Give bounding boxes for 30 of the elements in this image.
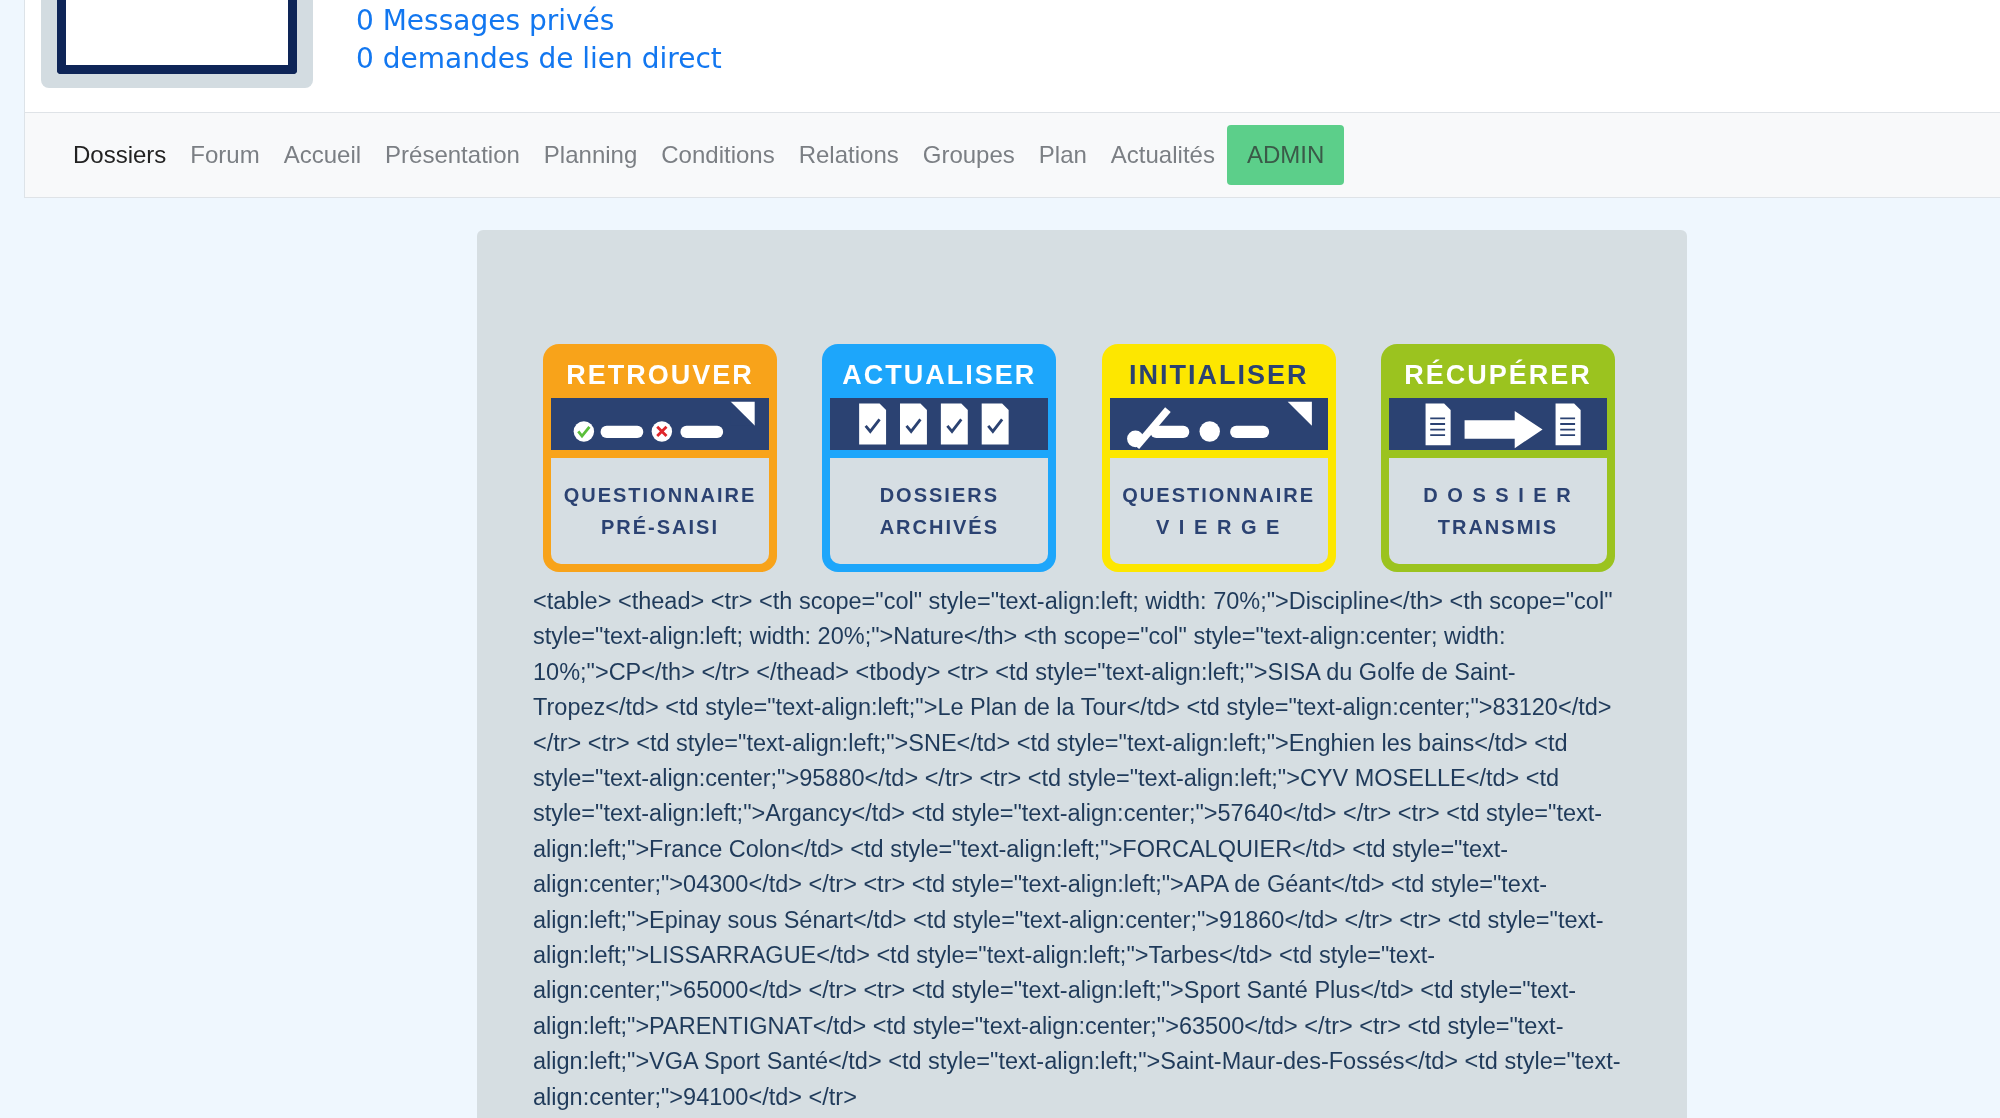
- card-caption: PRÉ-SAISI: [601, 515, 719, 540]
- nav-link[interactable]: Planning: [531, 141, 650, 169]
- nav-link[interactable]: Conditions: [649, 141, 787, 169]
- header-link[interactable]: 0 Messages privés: [356, 2, 722, 40]
- card-caption: D O S S I E R: [1423, 483, 1573, 508]
- body-text: <table> <thead> <tr> <th scope="col" style="text-align:left; width: 70%;">Discipline</th> <th scope="col" style="text-align:left; width: 20%;">Nature</th> <th scope="col" style="text-align:center; width: 10%;">CP</th> </tr> </thead> <tbody> <tr> <td style="text-align:left;">SISA du Golfe de Saint-Tropez</td> <td style="text-align:left;">Le Plan de la Tour</td> <td style="text-align:center;">83120</td> </tr> <tr> <td style="text-align:left;">SNE</td> <td style="text-align:left;">Enghien les bains</td> <td style="text-align:center;">95880</td> </tr> <tr> <td style="text-align:left;">CYV MOSELLE</td> <td style="text-align:left;">Argancy</td> <td style="text-align:center;">57640</td> </tr> <tr> <td style="text-align:left;">France Colon</td> <td style="text-align:left;">FORCALQUIER</td> <td style="text-align:center;">04300</td> </tr> <tr> <td style="text-align:left;">APA de Géant</td> <td style="text-align:left;">Epinay sous Sénart</td> <td style="text-align:center;">91860</td> </tr> <tr> <td style="text-align:left;">LISSARRAGUE</td> <td style="text-align:left;">Tarbes</td> <td style="text-align:center;">65000</td> </tr> <tr> <td style="text-align:left;">Sport Santé Plus</td> <td style="text-align:left;">PARENTIGNAT</td> <td style="text-align:center;">63500</td> </tr> <tr> <td style="text-align:left;">VGA Sport Santé</td> <td style="text-align:left;">Saint-Maur-des-Fossés</td> <td style="text-align:center;">94100</td> </tr>: [533, 587, 1622, 1112]
- card-caption: ARCHIVÉS: [879, 515, 999, 540]
- card-caption: QUESTIONNAIRE: [1122, 483, 1315, 508]
- nav-link[interactable]: Plan: [1026, 141, 1099, 169]
- nav-link[interactable]: Actualités: [1098, 141, 1227, 169]
- nav-link[interactable]: Relations: [786, 141, 911, 169]
- nav-link[interactable]: Présentation: [373, 141, 532, 169]
- nav-link[interactable]: Accueil: [271, 141, 374, 169]
- card-caption: DOSSIERS: [879, 483, 999, 508]
- nav-link[interactable]: Groupes: [910, 141, 1027, 169]
- action-card[interactable]: ACTUALISER DOSSIERS ARCHIVÉS: [822, 344, 1057, 572]
- card-title: INITIALISER: [1127, 359, 1310, 392]
- card-caption: V I E R G E: [1155, 515, 1282, 540]
- header-link[interactable]: 0 demandes de lien direct: [356, 40, 722, 78]
- action-card[interactable]: RÉCUPÉRER D O S S I E R TRANSMIS: [1381, 344, 1615, 572]
- action-card[interactable]: INITIALISER QUESTIONNAIRE V I E R G E: [1101, 344, 1336, 572]
- card-caption: QUESTIONNAIRE: [563, 483, 757, 508]
- card-title: RÉCUPÉRER: [1403, 358, 1593, 392]
- card-title: ACTUALISER: [841, 359, 1038, 392]
- action-card[interactable]: RETROUVER QUESTIONNAIRE PRÉ-SAISI: [543, 344, 777, 572]
- card-title: RETROUVER: [565, 359, 755, 392]
- admin-button[interactable]: ADMIN: [1226, 125, 1345, 185]
- nav-link[interactable]: Forum: [178, 141, 272, 169]
- card-caption: TRANSMIS: [1437, 515, 1559, 540]
- nav-link[interactable]: Dossiers: [61, 141, 179, 169]
